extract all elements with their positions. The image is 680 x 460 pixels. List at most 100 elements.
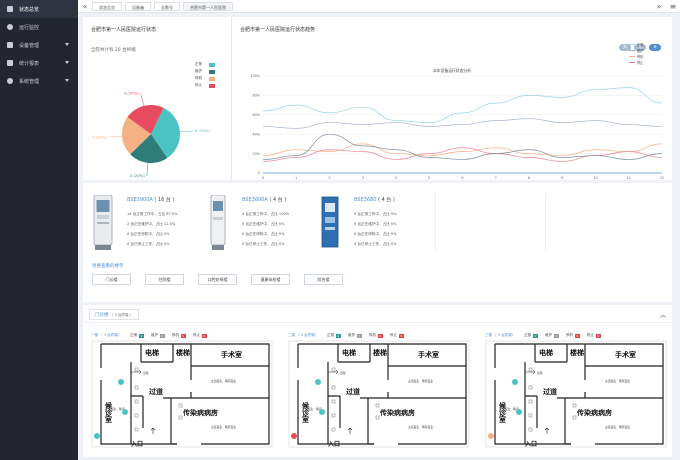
status-line: 0 台正在维护中，占比 0% bbox=[354, 222, 397, 226]
series-line-0 bbox=[262, 87, 663, 123]
terminal-marker[interactable] bbox=[488, 433, 494, 439]
stat-label: 正常 bbox=[130, 333, 138, 337]
sidebar-item-run-monitor[interactable]: 运行监控 bbox=[0, 18, 78, 36]
ward-panel: 另要查看的楼宇 门诊楼 住院楼 口腔轮椅楼 健康体检楼 综合楼 bbox=[83, 256, 672, 302]
series-line-1 bbox=[262, 118, 663, 129]
stat-badge: 2 bbox=[139, 333, 144, 338]
terminal-marker[interactable] bbox=[516, 409, 522, 415]
menu-icon[interactable]: ≡ bbox=[666, 0, 680, 13]
legend-line bbox=[629, 55, 635, 57]
ward-button-general[interactable]: 综合楼 bbox=[304, 274, 343, 285]
tab-status-overview[interactable]: 状态总览 bbox=[92, 1, 122, 11]
device-card[interactable]: BSE3600A ( 4 台 ) 4 台正常工作中，占比 100% 0 台正在维… bbox=[207, 183, 317, 261]
terminal-marker[interactable] bbox=[291, 433, 297, 439]
double-chevron-left-icon[interactable]: « bbox=[78, 0, 92, 13]
y-tick-label: 60% bbox=[252, 113, 260, 117]
terminal-marker[interactable] bbox=[319, 409, 325, 415]
stat-badge: 0 bbox=[595, 333, 601, 338]
line-legend: 正常 维护 停机 停止 bbox=[629, 41, 643, 65]
tab-hospital[interactable]: 合肥市第一人民医院 bbox=[183, 1, 233, 11]
status-line: 2 台正在维护中，占比 12.5% bbox=[127, 222, 176, 226]
sidebar-item-status-overview[interactable]: 状态总览 bbox=[0, 0, 78, 18]
status-line: 4 台正常工作中，占比 100% bbox=[242, 212, 290, 216]
stat-label: 维护 bbox=[545, 333, 552, 337]
collapse-icon[interactable]: ︽ bbox=[660, 310, 666, 319]
room-note: 出院 bbox=[143, 371, 149, 375]
device-name: BSE3600A ( 4 台 ) bbox=[242, 196, 286, 203]
stat-badge: 2 bbox=[336, 333, 341, 338]
kiosk-image bbox=[321, 196, 339, 248]
y-tick-label: 40% bbox=[252, 132, 260, 136]
floor-title: 二楼 （ 3 台终端） bbox=[288, 333, 319, 337]
pie-label-line bbox=[140, 93, 145, 106]
device-status-lines: 14 台正常工作中，占比 87.5% 2 台正在维护中，占比 12.5% 0 台… bbox=[127, 209, 178, 249]
x-tick-label: 11 bbox=[627, 176, 631, 180]
stat-label: 正常 bbox=[327, 333, 335, 337]
floor-plan[interactable]: 二楼 （ 3 台终端） 正常 2 维护 0 停机 0 停止 1 电梯 楼梯 手术室 候诊室 过道 传染病病房… bbox=[288, 333, 471, 449]
x-tick-label: 5 bbox=[428, 176, 430, 180]
sidebar-item-reports[interactable]: 统计报表 bbox=[0, 54, 78, 72]
tab-total[interactable]: 总数号 bbox=[154, 1, 180, 11]
building-tab[interactable]: 门诊楼 （ 3 台终端 ） bbox=[89, 309, 140, 320]
device-count: ( 4 台 ) bbox=[269, 197, 287, 203]
room-label-elevator: 电梯 bbox=[539, 348, 553, 357]
stat-label: 停机 bbox=[565, 333, 573, 337]
ward-button-inpatient[interactable]: 住院楼 bbox=[145, 274, 184, 285]
stat-badge: 0 bbox=[357, 333, 362, 338]
chevron-down-icon bbox=[65, 61, 69, 64]
room-label-corridor: 过道 bbox=[543, 387, 557, 396]
x-tick-label: 6 bbox=[461, 176, 463, 180]
floor-stats: 三楼 （ 3 台终端） 正常 2 维护 0 停机 1 停止 0 bbox=[485, 333, 605, 338]
device-card[interactable]: BSE3900A ( 16 台 ) 14 台正常工作中，占比 87.5% 2 台… bbox=[92, 183, 212, 261]
floor-title: 一楼 （ 3 台终端） bbox=[91, 333, 122, 337]
sidebar-item-device-mgmt[interactable]: 设备管理 bbox=[0, 36, 78, 54]
floor-plan[interactable]: 一楼 （ 3 台终端） 正常 2 维护 0 停机 1 停止 0 电梯 楼梯 手术室 候诊室 过道 传染病病房… bbox=[91, 333, 274, 449]
terminal-marker[interactable] bbox=[94, 433, 100, 439]
room-label-corridor: 过道 bbox=[149, 387, 163, 396]
room-label-stairs: 楼梯 bbox=[373, 348, 387, 357]
status-line: 0 台正在停机中，占比 0% bbox=[127, 232, 170, 236]
device-name: BSE3900A ( 16 台 ) bbox=[127, 196, 174, 203]
room-label-surgery: 手术室 bbox=[615, 350, 636, 359]
room-label-entrance: 入口 bbox=[327, 441, 340, 448]
devices-panel: BSE3900A ( 16 台 ) 14 台正常工作中，占比 87.5% 2 台… bbox=[83, 183, 672, 261]
terminal-marker[interactable] bbox=[118, 379, 124, 385]
x-tick-label: 1 bbox=[295, 176, 297, 180]
room-note: 主任医生：略有医生 bbox=[211, 425, 236, 429]
sidebar-item-system[interactable]: 系统管理 bbox=[0, 72, 78, 90]
legend-label: 维护 bbox=[637, 48, 644, 53]
sidebar-item-label: 系统管理 bbox=[19, 78, 40, 85]
floor-stats: 一楼 （ 3 台终端） 正常 2 维护 0 停机 1 停止 0 bbox=[91, 333, 211, 338]
stat-badge: 0 bbox=[201, 333, 207, 338]
pie-label-line bbox=[179, 130, 193, 133]
room-label-stairs: 楼梯 bbox=[176, 348, 190, 357]
ward-button-checkup[interactable]: 健康体检楼 bbox=[251, 274, 290, 285]
ward-button-dental[interactable]: 口腔轮椅楼 bbox=[198, 274, 237, 285]
room-label-clinic: 候诊室 bbox=[301, 401, 311, 424]
device-card[interactable]: BSE3680 ( 4 台 ) 0 台正常工作中，占比 0% 0 台正在维护中，… bbox=[319, 183, 429, 261]
floor-plan-drawing: 电梯 楼梯 手术室候诊室 过道传染病病房入口 出院正常医生：略况 主治医生：略有医生主任医… bbox=[288, 340, 470, 448]
double-chevron-right-icon[interactable]: » bbox=[652, 0, 666, 13]
legend-label: 正常 bbox=[637, 42, 644, 47]
terminal-marker[interactable] bbox=[122, 409, 128, 415]
floor-plan[interactable]: 三楼 （ 3 台终端） 正常 2 维护 0 停机 1 停止 0 电梯 楼梯 手术室 候诊室 过道 传染病病房… bbox=[485, 333, 668, 449]
legend-line bbox=[629, 49, 635, 51]
device-icon bbox=[7, 42, 13, 48]
divider bbox=[435, 193, 436, 251]
chevron-down-icon bbox=[65, 43, 69, 46]
tab-device-box[interactable]: 设备箱 bbox=[125, 1, 151, 11]
pie-slice-label: 4 (20%) bbox=[92, 134, 108, 139]
x-tick-label: 3 bbox=[362, 176, 364, 180]
stat-badge: 0 bbox=[554, 333, 559, 338]
status-line: 0 台正在停机中，占比 0% bbox=[354, 232, 397, 236]
room-label-surgery: 手术室 bbox=[221, 350, 242, 359]
terminal-marker[interactable] bbox=[315, 379, 321, 385]
room-label-infect: 传染病病房 bbox=[182, 408, 218, 417]
floor-title: 三楼 （ 3 台终端） bbox=[485, 333, 516, 337]
floor-plan-drawing: 电梯 楼梯 手术室候诊室 过道传染病病房入口 出院正常医生：略况 主治医生：略有医生主任医… bbox=[485, 340, 667, 448]
report-icon bbox=[7, 60, 13, 66]
ward-button-outpatient[interactable]: 门诊楼 bbox=[92, 274, 131, 285]
pie-slice-label: 6 (30%) bbox=[195, 128, 211, 133]
terminal-marker[interactable] bbox=[512, 379, 518, 385]
stat-label: 正常 bbox=[524, 333, 532, 337]
